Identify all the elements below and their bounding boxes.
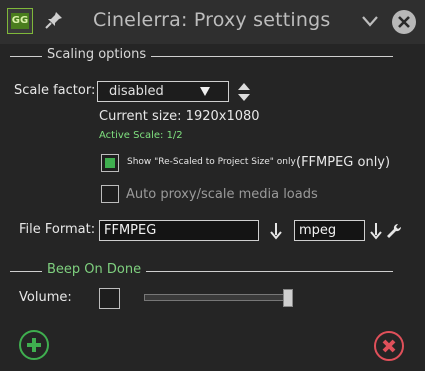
file-format-label: File Format: [19, 222, 96, 237]
ffmpeg-only-text: (FFMPEG only) [296, 155, 391, 170]
beep-on-done-heading: Beep On Done [42, 262, 147, 277]
volume-slider-handle[interactable] [283, 289, 293, 307]
cancel-button[interactable] [374, 331, 404, 361]
dropdown-arrow-icon [200, 87, 210, 96]
scaling-options-heading: Scaling options [42, 47, 152, 62]
auto-proxy-checkbox[interactable] [101, 185, 119, 203]
window-title: Cinelerra: Proxy settings [93, 9, 331, 31]
app-icon-text: GG [11, 13, 29, 29]
show-rescaled-label: Show "Re-Scaled to Project Size" only [127, 157, 296, 167]
up-down-arrows-icon[interactable] [237, 82, 251, 102]
plus-circle-icon [27, 338, 41, 352]
volume-checkbox[interactable] [99, 288, 120, 309]
down-arrow-icon[interactable] [269, 222, 283, 240]
current-size-text: Current size: 1920x1080 [99, 109, 260, 124]
wrench-icon[interactable] [385, 222, 403, 240]
auto-proxy-label: Auto proxy/scale media loads [126, 187, 318, 202]
app-icon: GG [7, 8, 33, 34]
file-format-field[interactable]: FFMPEG [99, 220, 259, 241]
volume-label: Volume: [19, 290, 72, 305]
close-button[interactable] [392, 10, 416, 34]
codec-value: mpeg [299, 223, 337, 238]
volume-slider-track[interactable] [144, 294, 284, 301]
close-icon [398, 16, 410, 28]
pin-icon[interactable] [44, 10, 64, 30]
scale-factor-label: Scale factor: [14, 83, 96, 98]
scale-factor-dropdown[interactable]: disabled [97, 81, 229, 102]
ok-button[interactable] [19, 330, 49, 360]
codec-field[interactable]: mpeg [294, 220, 365, 241]
active-scale-text: Active Scale: 1/2 [99, 130, 183, 141]
show-rescaled-checkbox[interactable] [101, 154, 119, 172]
scale-factor-value: disabled [109, 84, 164, 99]
x-circle-icon [382, 339, 396, 353]
codec-down-arrow-icon[interactable] [369, 222, 383, 240]
file-format-value: FFMPEG [104, 223, 157, 238]
chevron-down-icon[interactable] [361, 12, 379, 30]
